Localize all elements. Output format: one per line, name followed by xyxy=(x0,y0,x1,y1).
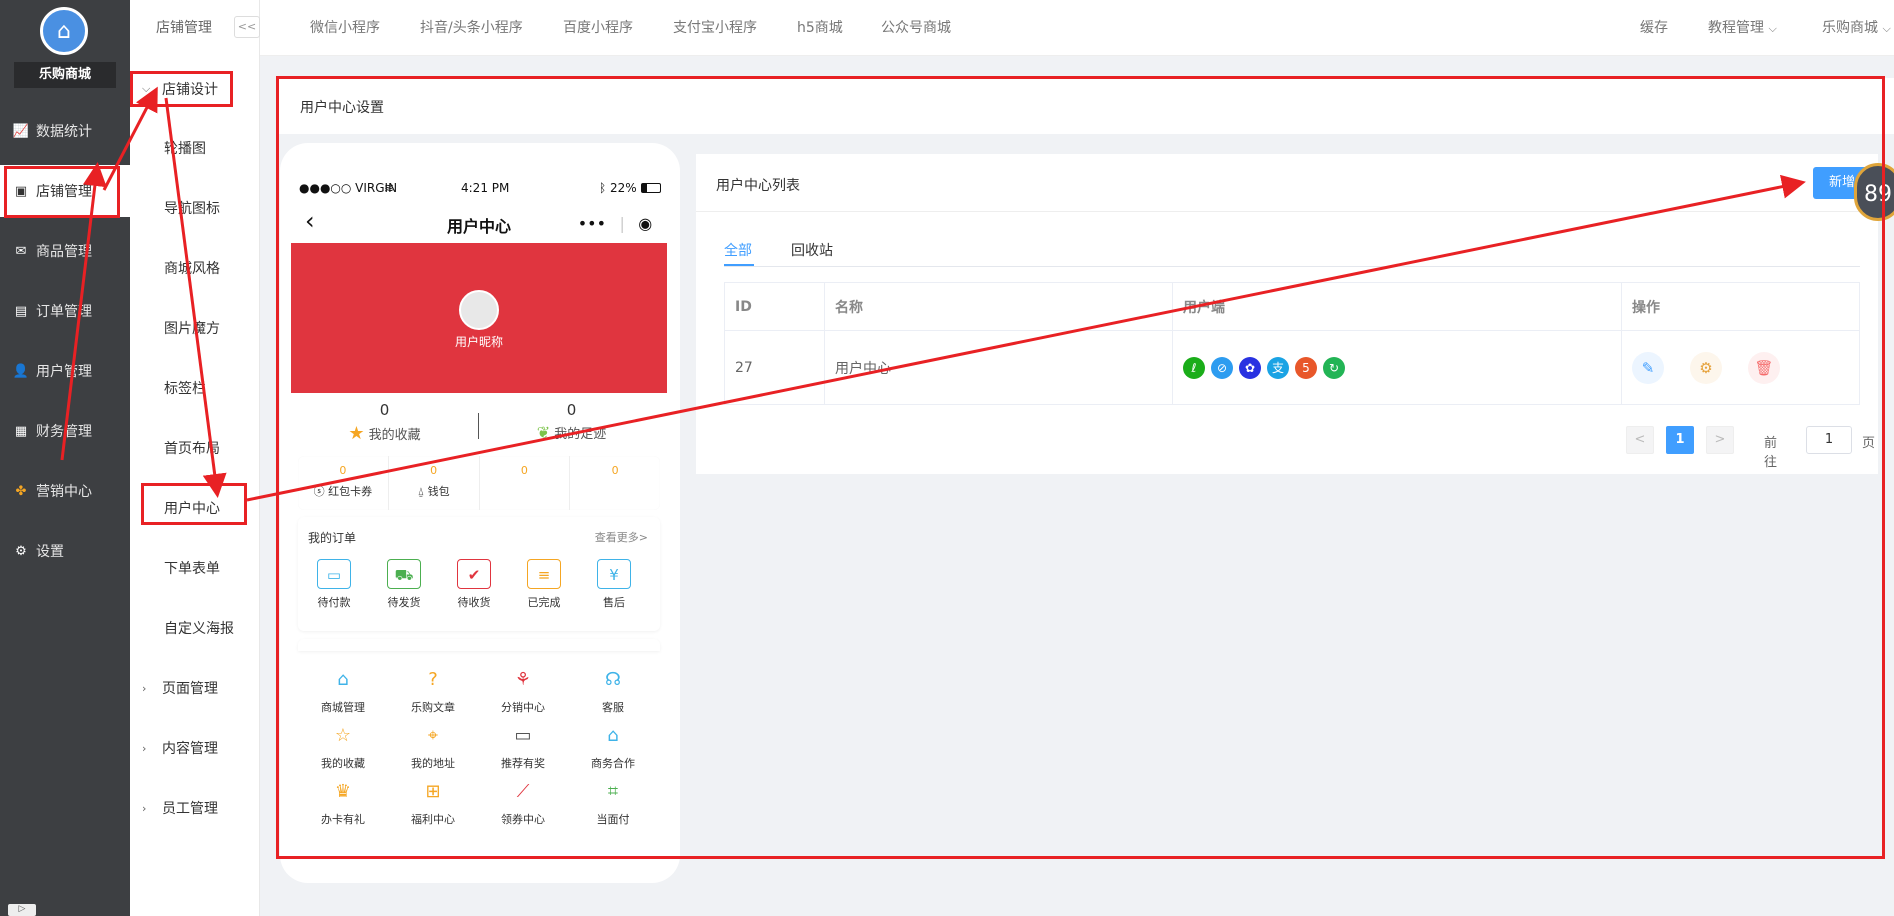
sidebar-item-label: 用户管理 xyxy=(36,364,92,380)
mail-icon: ✉ xyxy=(15,243,27,259)
sidebar-item-products[interactable]: ✉ 商品管理 xyxy=(0,225,130,277)
sidebar-item-label: 订单管理 xyxy=(36,304,92,320)
store-menu[interactable]: 乐购商城 ⌵ xyxy=(1822,0,1891,56)
subnav-group-staff[interactable]: › 员工管理 xyxy=(130,788,259,828)
subnav-item-home-layout[interactable]: 首页布局 xyxy=(130,428,259,468)
sidebar-collapse-button[interactable]: ▷ xyxy=(8,904,36,916)
tab-alipay-miniprogram[interactable]: 支付宝小程序 xyxy=(673,0,757,56)
subnav-group-pages[interactable]: › 页面管理 xyxy=(130,668,259,708)
chart-icon: 📈 xyxy=(12,123,30,139)
sidebar-item-orders[interactable]: ▤ 订单管理 xyxy=(0,285,130,337)
sidebar-item-label: 数据统计 xyxy=(36,124,92,140)
chevron-down-icon: ⌵ xyxy=(1768,22,1777,35)
subnav-title: 店铺管理 xyxy=(156,20,212,36)
annotation-box-main xyxy=(276,76,1885,859)
finance-icon: ▦ xyxy=(14,423,28,439)
sidebar-item-users[interactable]: 👤 用户管理 xyxy=(0,345,130,397)
store-logo-icon: ⌂ xyxy=(40,7,88,55)
sidebar-item-stats[interactable]: 📈 数据统计 xyxy=(0,105,130,157)
chevron-right-icon: › xyxy=(142,741,147,755)
subnav-item-order-form[interactable]: 下单表单 xyxy=(130,548,259,588)
subnav-collapse-button[interactable]: << xyxy=(234,16,260,38)
subnav-item-magic-cube[interactable]: 图片魔方 xyxy=(130,308,259,348)
user-icon: 👤 xyxy=(12,363,30,379)
tab-h5-store[interactable]: h5商城 xyxy=(797,0,843,56)
subnav-item-nav-icons[interactable]: 导航图标 xyxy=(130,188,259,228)
subnav-group-content[interactable]: › 内容管理 xyxy=(130,728,259,768)
subnav-item-poster[interactable]: 自定义海报 xyxy=(130,608,259,648)
subnav-group-label: 员工管理 xyxy=(162,801,218,817)
tutorial-menu[interactable]: 教程管理 ⌵ xyxy=(1708,0,1777,56)
cache-button[interactable]: 缓存 xyxy=(1640,0,1668,56)
subnav-item-tabbar[interactable]: 标签栏 xyxy=(130,368,259,408)
tab-douyin-miniprogram[interactable]: 抖音/头条小程序 xyxy=(420,0,523,56)
annotation-box-store-menu xyxy=(4,166,120,218)
logo-area: ⌂ 乐购商城 xyxy=(0,0,130,98)
sidebar-item-label: 财务管理 xyxy=(36,424,92,440)
top-nav: 微信小程序 抖音/头条小程序 百度小程序 支付宝小程序 h5商城 公众号商城 缓… xyxy=(260,0,1894,56)
marketing-icon: ✤ xyxy=(15,483,27,499)
sidebar-item-finance[interactable]: ▦ 财务管理 xyxy=(0,405,130,457)
tutorial-label: 教程管理 xyxy=(1708,20,1764,36)
sidebar-item-label: 营销中心 xyxy=(36,484,92,500)
subnav-group-label: 内容管理 xyxy=(162,741,218,757)
chevron-right-icon: › xyxy=(142,801,147,815)
subnav-group-label: 页面管理 xyxy=(162,681,218,697)
tab-official-account-store[interactable]: 公众号商城 xyxy=(881,0,951,56)
annotation-box-shop-design xyxy=(130,71,233,107)
sub-sidebar: 店铺管理 << ⌵ 店铺设计 轮播图 导航图标 商城风格 图片魔方 标签栏 首页布… xyxy=(130,0,260,916)
logo-text: 乐购商城 xyxy=(14,62,116,88)
sidebar-item-label: 设置 xyxy=(36,544,64,560)
main-sidebar: ⌂ 乐购商城 📈 数据统计 ▣ 店铺管理 ✉ 商品管理 ▤ 订单管理 👤 用户管理 ▦ 财务… xyxy=(0,0,130,916)
store-label: 乐购商城 xyxy=(1822,20,1878,36)
order-icon: ▤ xyxy=(14,303,28,319)
sidebar-item-marketing[interactable]: ✤ 营销中心 xyxy=(0,465,130,517)
tab-wechat-miniprogram[interactable]: 微信小程序 xyxy=(310,0,380,56)
chevron-right-icon: › xyxy=(142,681,147,695)
sidebar-item-label: 商品管理 xyxy=(36,244,92,260)
subnav-item-banner[interactable]: 轮播图 xyxy=(130,128,259,168)
sidebar-item-settings[interactable]: ⚙ 设置 xyxy=(0,525,130,577)
gear-icon: ⚙ xyxy=(15,543,27,559)
tab-baidu-miniprogram[interactable]: 百度小程序 xyxy=(563,0,633,56)
annotation-box-user-center xyxy=(141,483,247,525)
chevron-down-icon: ⌵ xyxy=(1882,22,1891,35)
subnav-item-style[interactable]: 商城风格 xyxy=(130,248,259,288)
